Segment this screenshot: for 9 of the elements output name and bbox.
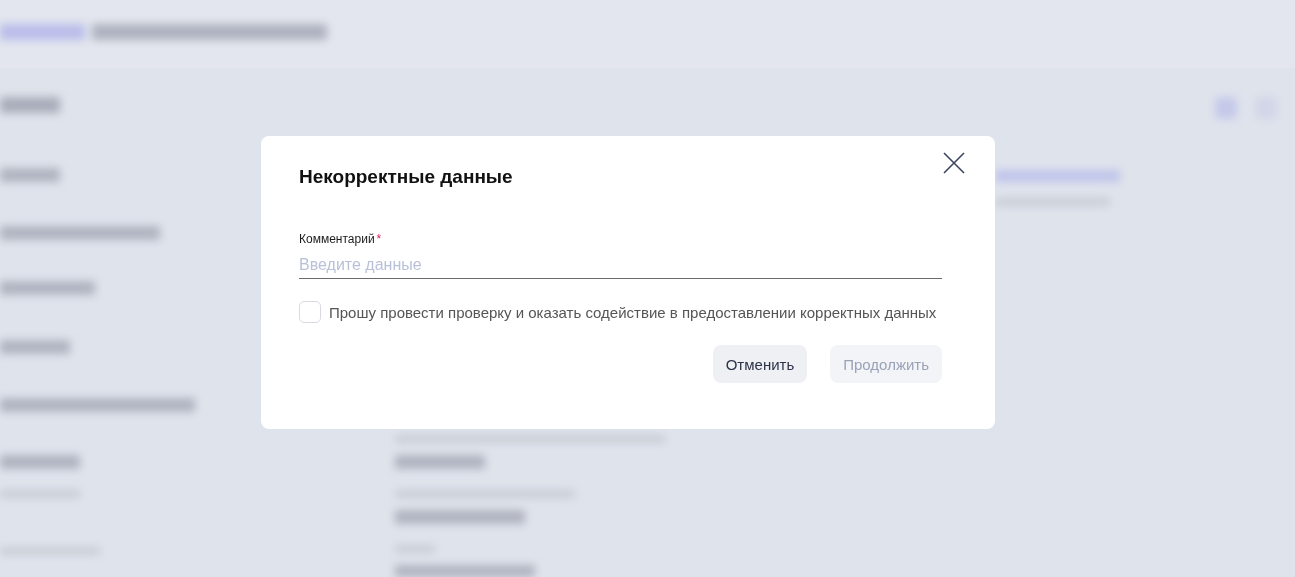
comment-input-field[interactable]: Введите данные [299,256,942,279]
checkbox[interactable] [299,301,321,323]
cancel-button[interactable]: Отменить [712,345,808,383]
checkbox-label: Прошу провести проверку и оказать содействие в предоставлении корректных данных [329,303,937,321]
field-label: Комментарий [299,232,375,246]
close-icon [943,152,965,174]
required-mark: * [376,232,382,246]
dialog-title: Некорректные данные [299,166,513,188]
close-button[interactable] [943,152,965,174]
